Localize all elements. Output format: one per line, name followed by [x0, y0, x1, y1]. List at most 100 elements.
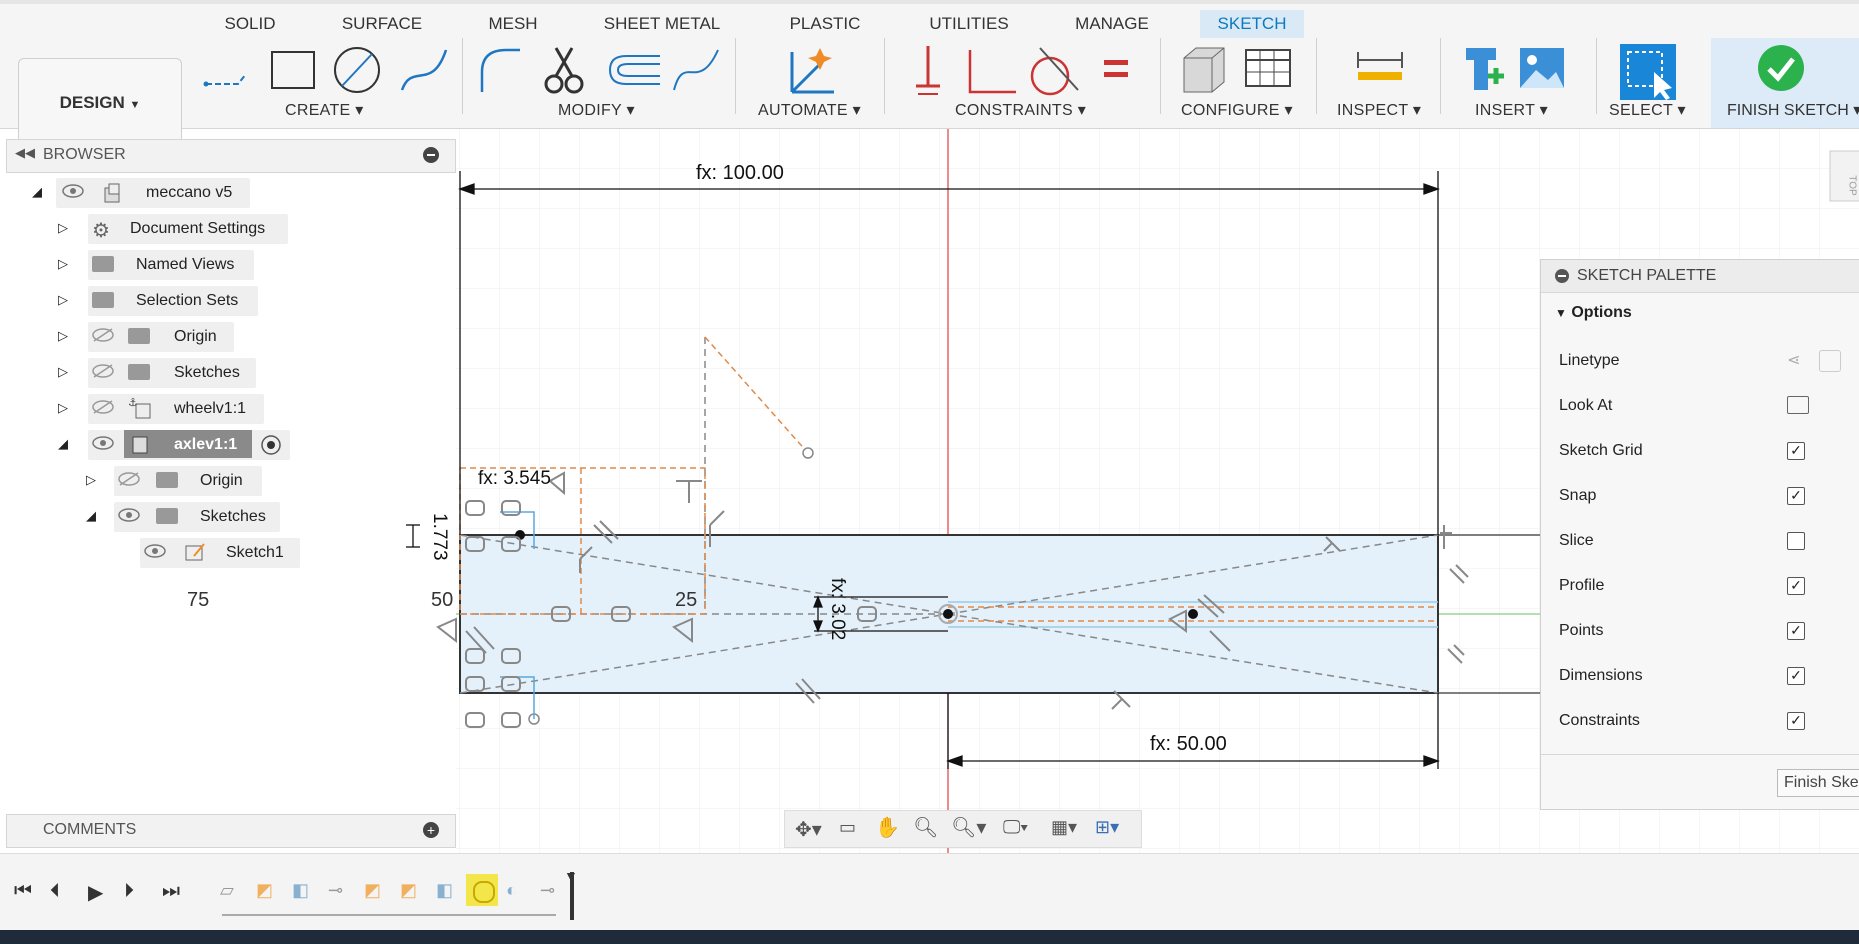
configure-icons[interactable] [1180, 42, 1300, 102]
sketch-point[interactable] [802, 447, 814, 459]
timeline-marker-head-icon[interactable]: ▼ [564, 868, 578, 884]
insert-icons[interactable] [1460, 42, 1570, 102]
eye-icon[interactable] [118, 508, 140, 527]
options-section[interactable]: ▼ Options [1555, 304, 1632, 322]
comments-panel[interactable]: COMMENTS + [6, 814, 456, 848]
automate-icon[interactable] [784, 42, 844, 102]
tab-sketch[interactable]: SKETCH [1200, 10, 1304, 41]
look-at-icon[interactable]: ▭ [839, 817, 856, 838]
tab-solid[interactable]: SOLID [218, 10, 282, 38]
inspect-menu[interactable]: INSPECT ▾ [1337, 100, 1421, 120]
select-icon[interactable] [1618, 42, 1678, 102]
collapsed-triangle-icon[interactable]: ▷ [58, 292, 68, 308]
orbit-icon[interactable]: ✥▾ [795, 817, 822, 842]
eye-hidden-icon[interactable] [92, 400, 114, 419]
tree-item-selection-sets[interactable]: ▷ Selection Sets [0, 286, 456, 316]
construction-linetype-icon[interactable]: ⋖ [1787, 350, 1800, 370]
viewports-icon[interactable]: ⊞▾ [1095, 817, 1119, 838]
collapsed-triangle-icon[interactable]: ▷ [86, 472, 96, 488]
zoom-window-icon[interactable]: 🔍︎▾ [951, 815, 986, 840]
profile-checkbox[interactable]: ✓ [1787, 577, 1805, 595]
collapse-icon[interactable]: ◀◀ [15, 145, 35, 161]
expanded-triangle-icon[interactable]: ◢ [58, 436, 68, 452]
tree-item-wheelv1[interactable]: ▷ ⚓ wheelv1:1 [0, 394, 456, 424]
collapsed-triangle-icon[interactable]: ▷ [58, 220, 68, 236]
go-to-start-icon[interactable]: ⏮ [14, 880, 32, 903]
dimension-small[interactable]: fx: 3.545 [478, 468, 551, 490]
dimension-bottom[interactable]: fx: 50.00 [1150, 733, 1227, 756]
tree-item-sketch1[interactable]: Sketch1 [0, 538, 456, 568]
sketch-point[interactable] [1188, 609, 1198, 619]
dimension-vertical-center[interactable]: fx: 3.02 [826, 578, 848, 640]
tab-utilities[interactable]: UTILITIES [922, 10, 1016, 38]
palette-header[interactable]: SKETCH PALETTE [1541, 260, 1859, 293]
look-at-icon[interactable] [1787, 396, 1809, 414]
dimension-top[interactable]: fx: 100.00 [696, 162, 784, 185]
timeline-body-icon[interactable]: ◧ [292, 880, 309, 901]
play-icon[interactable]: ▶ [88, 880, 103, 905]
tree-item-origin[interactable]: ▷ Origin [0, 322, 456, 352]
tree-item-document-settings[interactable]: ▷ ⚙ Document Settings [0, 214, 456, 244]
zoom-icon[interactable]: 🔍︎ [913, 815, 938, 840]
activate-radio-icon[interactable] [260, 434, 282, 461]
collapse-palette-icon[interactable] [1555, 269, 1569, 283]
tree-item-axle-sketches[interactable]: ◢ Sketches [0, 502, 456, 532]
insert-menu[interactable]: INSERT ▾ [1475, 100, 1548, 120]
points-checkbox[interactable]: ✓ [1787, 622, 1805, 640]
eye-hidden-icon[interactable] [92, 328, 114, 347]
viewcube-top-label[interactable]: TOP [1847, 175, 1858, 195]
constraints-menu[interactable]: CONSTRAINTS ▾ [955, 100, 1086, 120]
add-comment-icon[interactable]: + [423, 822, 439, 838]
timeline-sketch-icon[interactable]: ▱ [220, 880, 234, 901]
sketch-grid-checkbox[interactable]: ✓ [1787, 442, 1805, 460]
timeline-revolve-icon[interactable]: ◐ [506, 880, 517, 901]
sketch-point[interactable] [943, 609, 953, 619]
dimensions-checkbox[interactable]: ✓ [1787, 667, 1805, 685]
expanded-triangle-icon[interactable]: ◢ [86, 508, 96, 524]
automate-menu[interactable]: AUTOMATE ▾ [758, 100, 861, 120]
modify-menu[interactable]: MODIFY ▾ [558, 100, 635, 120]
eye-icon[interactable] [92, 436, 114, 455]
timeline-joint-icon[interactable]: ⊸ [328, 880, 343, 901]
constraints-icons[interactable] [908, 42, 1128, 102]
display-settings-icon[interactable]: 🖵▾ [1003, 817, 1028, 838]
tree-item-meccano[interactable]: ◢ meccano v5 [0, 178, 456, 208]
eye-icon[interactable] [62, 184, 84, 198]
expanded-triangle-icon[interactable]: ◢ [32, 184, 42, 200]
timeline-joint-icon[interactable]: ⊸ [540, 880, 555, 901]
go-to-end-icon[interactable]: ⏭ [162, 880, 180, 903]
pan-hand-icon[interactable]: ✋ [875, 815, 900, 840]
timeline-body-icon[interactable]: ◧ [436, 880, 453, 901]
collapsed-triangle-icon[interactable]: ▷ [58, 400, 68, 416]
eye-icon[interactable] [144, 544, 166, 563]
finish-sketch-palette-button[interactable]: Finish Ske [1777, 769, 1859, 797]
eye-hidden-icon[interactable] [92, 364, 114, 383]
browser-header[interactable]: ◀◀ BROWSER [6, 139, 456, 173]
minimize-icon[interactable] [423, 147, 439, 163]
timeline-feature-icon[interactable]: ◩ [364, 880, 381, 901]
snap-checkbox[interactable]: ✓ [1787, 487, 1805, 505]
collapsed-triangle-icon[interactable]: ▷ [58, 364, 68, 380]
tab-surface[interactable]: SURFACE [336, 10, 428, 38]
timeline-feature-icon[interactable]: ◩ [400, 880, 417, 901]
create-tools-icons[interactable] [202, 42, 462, 102]
modify-tools-icons[interactable] [476, 42, 736, 102]
grid-settings-icon[interactable]: ▦▾ [1051, 817, 1077, 838]
collapsed-triangle-icon[interactable]: ▷ [58, 256, 68, 272]
tree-item-axlev1[interactable]: ◢ axlev1:1 [0, 430, 456, 461]
slice-checkbox[interactable] [1787, 532, 1805, 550]
measure-icon[interactable] [1354, 42, 1406, 102]
tree-item-sketches[interactable]: ▷ Sketches [0, 358, 456, 388]
step-back-icon[interactable]: ⏴ [50, 880, 60, 903]
step-forward-icon[interactable]: ⏵ [124, 880, 134, 903]
timeline-feature-icon[interactable]: ◩ [256, 880, 273, 901]
timeline-active-feature-icon[interactable] [466, 874, 498, 906]
select-menu[interactable]: SELECT ▾ [1609, 100, 1686, 120]
tab-sheet-metal[interactable]: SHEET METAL [598, 10, 726, 38]
finish-sketch-button[interactable]: FINISH SKETCH ▾ [1711, 38, 1859, 128]
tab-mesh[interactable]: MESH [482, 10, 544, 38]
configure-menu[interactable]: CONFIGURE ▾ [1181, 100, 1293, 120]
constraints-checkbox[interactable]: ✓ [1787, 712, 1805, 730]
create-menu[interactable]: CREATE ▾ [285, 100, 364, 120]
centerline-linetype-icon[interactable] [1819, 350, 1841, 372]
